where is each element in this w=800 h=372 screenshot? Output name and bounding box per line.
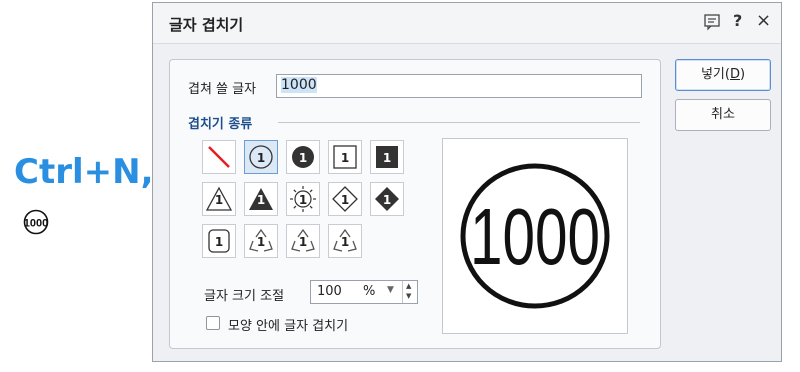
title-bar: 글자 겹치기 ? × (153, 3, 781, 44)
spin-up-icon[interactable]: ▲ (406, 282, 411, 290)
sample-glyph-text: 1000 (24, 218, 48, 230)
shape-option-recycle-3[interactable]: 1 (328, 224, 362, 258)
overlay-in-shape-checkbox[interactable] (206, 316, 220, 330)
shape-glyph: 1 (341, 235, 349, 249)
sun-icon: 1 (290, 186, 316, 212)
overlay-in-shape-label: 모양 안에 글자 겹치기 (228, 319, 349, 334)
font-size-label: 글자 크기 조절 (204, 289, 285, 304)
shape-option-diamond[interactable]: 1 (328, 182, 362, 216)
enclosed-1000-sample-icon: 1000 (23, 209, 49, 235)
shape-option-triangle-filled[interactable]: 1 (244, 182, 278, 216)
shape-option-square-filled[interactable]: 1 (370, 140, 404, 174)
overlay-dialog: 글자 겹치기 ? × 겹쳐 쓸 글자 1000 겹치기 종류 1 1 1 1 1 1 1 1 1… (152, 2, 782, 362)
preview-text: 1000 (470, 192, 600, 281)
shape-option-circle-filled[interactable]: 1 (286, 140, 320, 174)
unit-dropdown-icon[interactable]: ▼ (387, 285, 394, 295)
shape-glyph: 1 (341, 151, 349, 165)
shape-glyph: 1 (257, 235, 265, 249)
help-icon[interactable]: ? (733, 11, 742, 30)
no-shape-icon (208, 146, 230, 168)
shape-glyph: 1 (215, 193, 223, 207)
shape-option-recycle-2[interactable]: 1 (286, 224, 320, 258)
spin-down-icon[interactable]: ▼ (406, 292, 411, 300)
dialog-title: 글자 겹치기 (169, 16, 244, 34)
close-icon[interactable]: × (756, 10, 771, 31)
shape-glyph: 1 (215, 235, 223, 249)
insert-label-pre: 넣기( (700, 67, 730, 82)
square-outline-icon: 1 (333, 145, 357, 169)
square-filled-icon: 1 (376, 146, 398, 168)
spin-buttons: ▲ ▼ (402, 281, 417, 303)
recycle-icon: 1 (333, 228, 357, 252)
triangle-outline-icon: 1 (205, 186, 233, 211)
diamond-filled-icon: 1 (375, 187, 399, 211)
overlay-text-input[interactable]: 1000 (276, 74, 642, 98)
preview-box: 1000 (442, 138, 628, 334)
shape-option-rounded-square[interactable]: 1 (202, 224, 236, 258)
section-divider (278, 122, 640, 123)
shape-section-title: 겹치기 종류 (188, 117, 253, 132)
shape-glyph: 1 (299, 151, 307, 165)
font-size-spinner[interactable]: 100 % ▼ ▲ ▼ (310, 280, 418, 304)
circle-filled-icon: 1 (292, 146, 314, 168)
triangle-filled-icon: 1 (249, 188, 273, 210)
overlay-text-value: 1000 (281, 77, 317, 93)
font-size-value: 100 (317, 284, 342, 299)
diamond-outline-icon: 1 (332, 186, 358, 212)
shape-glyph: 1 (257, 151, 265, 165)
recycle-icon: 1 (249, 228, 273, 252)
comment-icon[interactable] (703, 13, 721, 31)
options-panel: 겹쳐 쓸 글자 1000 겹치기 종류 1 1 1 1 1 1 1 1 1 1 1 1 1 1000 글… (169, 59, 661, 349)
shape-glyph: 1 (341, 193, 349, 207)
shape-glyph: 1 (299, 193, 307, 207)
shape-glyph: 1 (383, 193, 391, 207)
shape-option-none[interactable] (202, 140, 236, 174)
shape-option-circle[interactable]: 1 (244, 140, 278, 174)
insert-button[interactable]: 넣기(D) (675, 59, 771, 91)
circle-outline-icon: 1 (249, 145, 273, 169)
cancel-button[interactable]: 취소 (675, 99, 771, 131)
overlay-text-label: 겹쳐 쓸 글자 (188, 82, 257, 97)
rounded-square-icon: 1 (208, 229, 230, 253)
shape-option-recycle-1[interactable]: 1 (244, 224, 278, 258)
shape-glyph: 1 (257, 193, 265, 207)
shape-glyph: 1 (299, 235, 307, 249)
shape-option-diamond-filled[interactable]: 1 (370, 182, 404, 216)
insert-access-key: D (729, 67, 740, 82)
recycle-icon: 1 (291, 228, 315, 252)
shape-glyph: 1 (383, 151, 391, 165)
shape-option-triangle[interactable]: 1 (202, 182, 236, 216)
preview-graphic: 1000 (460, 163, 610, 309)
shape-option-sun[interactable]: 1 (286, 182, 320, 216)
insert-label-post: ) (739, 67, 746, 82)
shape-option-square[interactable]: 1 (328, 140, 362, 174)
font-size-unit: % (363, 284, 376, 299)
